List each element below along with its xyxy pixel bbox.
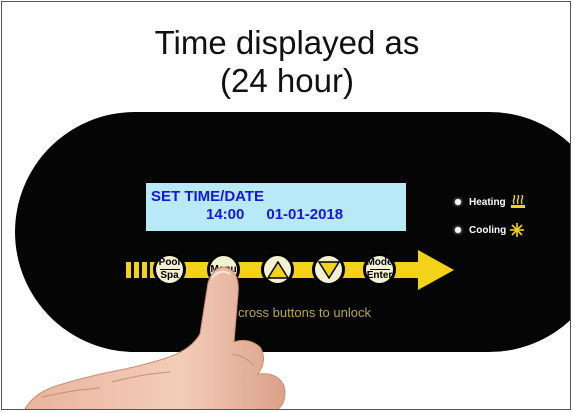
pointing-hand-image xyxy=(24,266,286,409)
screenshot-frame: Time displayed as (24 hour) SET TIME/DAT… xyxy=(1,1,571,410)
